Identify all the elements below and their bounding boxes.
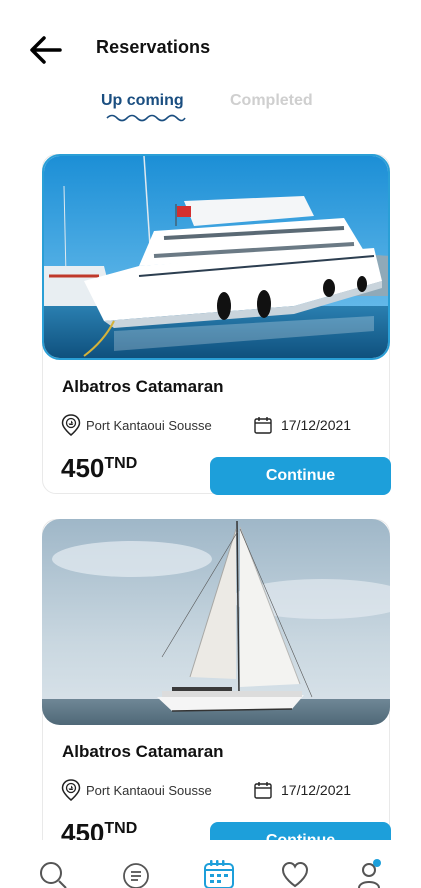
list-icon xyxy=(123,863,149,888)
bottom-nav xyxy=(0,840,421,888)
header: Reservations xyxy=(0,0,421,90)
continue-button[interactable]: Continue xyxy=(210,457,391,495)
search-icon xyxy=(40,862,67,888)
nav-list[interactable] xyxy=(121,860,151,888)
active-tab-indicator xyxy=(106,114,186,122)
price: 450TND xyxy=(61,818,137,840)
reservation-list[interactable]: Albatros Catamaran Port Kantaoui Sousse … xyxy=(0,154,421,840)
location-pin-icon xyxy=(61,779,81,801)
calendar-icon xyxy=(204,860,234,888)
profile-icon xyxy=(358,859,381,888)
page-title: Reservations xyxy=(96,37,211,57)
tab-completed[interactable]: Completed xyxy=(230,92,313,110)
sailboat-image xyxy=(42,519,390,725)
location: Port Kantaoui Sousse xyxy=(61,414,212,436)
nav-search[interactable] xyxy=(38,860,68,888)
reservation-card[interactable]: Albatros Catamaran Port Kantaoui Sousse … xyxy=(42,519,391,840)
boat-name: Albatros Catamaran xyxy=(62,742,224,761)
calendar-icon xyxy=(254,417,272,434)
arrow-left-icon xyxy=(30,36,62,64)
boat-name: Albatros Catamaran xyxy=(62,377,224,396)
reservation-date: 17/12/2021 xyxy=(253,415,351,435)
location-pin-icon xyxy=(61,414,81,436)
price-value: 450 xyxy=(61,818,105,840)
nav-profile[interactable] xyxy=(356,858,386,888)
notification-badge xyxy=(373,859,381,867)
price: 450TND xyxy=(61,453,137,484)
date-text: 17/12/2021 xyxy=(281,417,352,433)
nav-favorites[interactable] xyxy=(280,860,310,888)
tab-upcoming[interactable]: Up coming xyxy=(101,92,184,110)
date-text: 17/12/2021 xyxy=(281,782,352,798)
reservation-card[interactable]: Albatros Catamaran Port Kantaoui Sousse … xyxy=(42,154,391,495)
reservation-date: 17/12/2021 xyxy=(253,780,351,800)
price-currency: TND xyxy=(104,820,138,837)
tabs: Up coming Completed xyxy=(0,92,421,132)
price-value: 450 xyxy=(61,453,105,483)
price-currency: TND xyxy=(104,455,138,472)
continue-button[interactable]: Continue xyxy=(210,822,391,840)
location-text: Port Kantaoui Sousse xyxy=(86,417,212,433)
location-text: Port Kantaoui Sousse xyxy=(86,782,212,798)
calendar-icon xyxy=(254,782,272,799)
location: Port Kantaoui Sousse xyxy=(61,779,212,801)
yacht-image xyxy=(42,154,390,360)
nav-reservations[interactable] xyxy=(203,858,235,888)
heart-icon xyxy=(281,861,309,888)
back-button[interactable] xyxy=(28,34,64,66)
